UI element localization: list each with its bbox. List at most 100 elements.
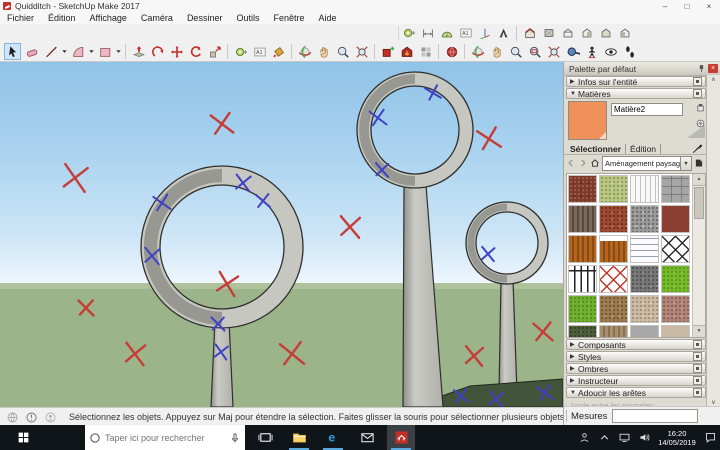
view-iso-tool-button[interactable] — [521, 25, 538, 42]
arc-tool-button[interactable] — [69, 43, 86, 60]
menu-outils[interactable]: Outils — [229, 13, 266, 23]
eraser-tool-button[interactable] — [23, 43, 40, 60]
scroll-down-icon[interactable]: ▼ — [693, 325, 705, 337]
3d-viewport[interactable] — [0, 62, 563, 407]
tool-flyout-arrow-icon[interactable] — [87, 44, 95, 60]
view-left-tool-button[interactable] — [616, 25, 633, 42]
forward-arrow-icon[interactable] — [578, 158, 588, 170]
material-category-dropdown[interactable]: Aménagement paysager, Clô ▼ — [602, 156, 692, 171]
material-swatch-gravier-rouge[interactable] — [599, 205, 628, 233]
tray-header[interactable]: Palette par défaut × — [564, 62, 720, 76]
pan-tool-button[interactable] — [488, 43, 505, 60]
material-swatch-treillis-rouge[interactable] — [599, 265, 628, 293]
section-detach-icon[interactable] — [693, 352, 702, 361]
taskbar-app-edge[interactable]: e — [319, 425, 347, 450]
zoom-previous-tool-button[interactable] — [564, 43, 581, 60]
credits-status-icon[interactable] — [25, 411, 38, 424]
pan-tool-button[interactable] — [315, 43, 332, 60]
material-swatch-cloture-bois[interactable] — [599, 235, 628, 263]
measurements-input[interactable] — [612, 409, 698, 423]
menu-dessiner[interactable]: Dessiner — [180, 13, 230, 23]
section-detach-icon[interactable] — [693, 388, 702, 397]
material-swatch-bois-orange[interactable] — [568, 235, 597, 263]
section-ombres[interactable]: ▶ Ombres — [566, 363, 706, 374]
zoom-extents-tool-button[interactable] — [353, 43, 370, 60]
material-name-input[interactable] — [611, 103, 683, 116]
followme-tool-button[interactable] — [149, 43, 166, 60]
section-entity-info[interactable]: ▶ Infos sur l'entité — [566, 76, 706, 87]
create-material-icon[interactable] — [695, 102, 706, 115]
menu-aide[interactable]: Aide — [312, 13, 344, 23]
zoom-extents-tool-button[interactable] — [545, 43, 562, 60]
menu-fenetre[interactable]: Fenêtre — [266, 13, 311, 23]
speaker-icon[interactable] — [634, 425, 654, 450]
menu-edition[interactable]: Édition — [41, 13, 83, 23]
section-materials[interactable]: ▼ Matières — [566, 88, 706, 99]
material-swatch-herbe-mousse[interactable] — [599, 175, 628, 203]
view-top-tool-button[interactable] — [540, 25, 557, 42]
eyedropper-icon[interactable] — [690, 142, 704, 154]
material-swatch-herbe[interactable] — [568, 295, 597, 323]
panel-scroll-up-icon[interactable]: ∧ — [707, 76, 720, 83]
section-detach-icon[interactable] — [693, 77, 702, 86]
add-location-tool-button[interactable] — [443, 43, 460, 60]
signin-status-icon[interactable] — [44, 411, 57, 424]
home-icon[interactable] — [590, 158, 600, 170]
menu-camera[interactable]: Caméra — [134, 13, 180, 23]
geolocation-status-icon[interactable] — [6, 411, 19, 424]
move-tool-button[interactable] — [168, 43, 185, 60]
scale-tool-button[interactable] — [206, 43, 223, 60]
tape-measure-tool-button[interactable] — [400, 25, 417, 42]
make-component-tool-button[interactable] — [379, 43, 396, 60]
rectangle-tool-button[interactable] — [96, 43, 113, 60]
position-camera-tool-button[interactable] — [583, 43, 600, 60]
materials-scrollbar[interactable]: ▲ ▼ — [692, 174, 705, 337]
view-front-tool-button[interactable] — [559, 25, 576, 42]
material-swatch-buissons[interactable] — [568, 325, 597, 338]
zoom-tool-button[interactable] — [507, 43, 524, 60]
material-swatch-cloture-metal[interactable] — [568, 265, 597, 293]
taskbar-app-sketchup[interactable] — [387, 425, 415, 450]
people-icon[interactable] — [574, 425, 594, 450]
tape-measure-tool-button[interactable] — [232, 43, 249, 60]
section-detach-icon[interactable] — [693, 340, 702, 349]
view-right-tool-button[interactable] — [578, 25, 595, 42]
tab-selectionner[interactable]: Sélectionner — [566, 144, 626, 154]
3d-warehouse-tool-button[interactable] — [398, 43, 415, 60]
taskbar-clock[interactable]: 16:20 14/05/2019 — [654, 429, 700, 447]
view-back-tool-button[interactable] — [597, 25, 614, 42]
menu-fichier[interactable]: Fichier — [0, 13, 41, 23]
pushpull-tool-button[interactable] — [130, 43, 147, 60]
extension-warehouse-tool-button[interactable] — [417, 43, 434, 60]
material-swatch-herbe-vive[interactable] — [661, 265, 690, 293]
maximize-button[interactable]: □ — [676, 2, 698, 11]
material-swatch-granit[interactable] — [630, 205, 659, 233]
section-detach-icon[interactable] — [693, 376, 702, 385]
panel-scrollbar[interactable]: ∧ ∨ — [706, 75, 720, 407]
chevron-up-icon[interactable] — [594, 425, 614, 450]
section-detach-icon[interactable] — [693, 364, 702, 373]
minimize-button[interactable]: – — [654, 2, 676, 11]
material-swatch-gravier-brun[interactable] — [599, 295, 628, 323]
material-swatch-gravier-rose[interactable] — [661, 295, 690, 323]
pin-icon[interactable] — [697, 64, 706, 73]
look-around-tool-button[interactable] — [602, 43, 619, 60]
material-swatch-cloture-blanche[interactable] — [630, 175, 659, 203]
close-button[interactable]: × — [698, 2, 720, 11]
material-swatch-grillage[interactable] — [630, 235, 659, 263]
material-swatch-bois-clair[interactable] — [599, 325, 628, 338]
panel-scroll-down-icon[interactable]: ∨ — [707, 399, 720, 406]
back-arrow-icon[interactable] — [566, 158, 576, 170]
paint-bucket-tool-button[interactable] — [270, 43, 287, 60]
material-swatch-galets[interactable] — [630, 295, 659, 323]
network-icon[interactable] — [614, 425, 634, 450]
start-button[interactable] — [0, 425, 46, 450]
line-tool-button[interactable] — [42, 43, 59, 60]
protractor-tool-button[interactable] — [438, 25, 455, 42]
taskbar-app-explorer[interactable] — [285, 425, 313, 450]
tool-flyout-arrow-icon[interactable] — [60, 44, 68, 60]
section-instructeur[interactable]: ▶ Instructeur — [566, 375, 706, 386]
orbit-tool-button[interactable] — [469, 43, 486, 60]
text-tool-button[interactable]: A1 — [457, 25, 474, 42]
walk-tool-button[interactable] — [621, 43, 638, 60]
